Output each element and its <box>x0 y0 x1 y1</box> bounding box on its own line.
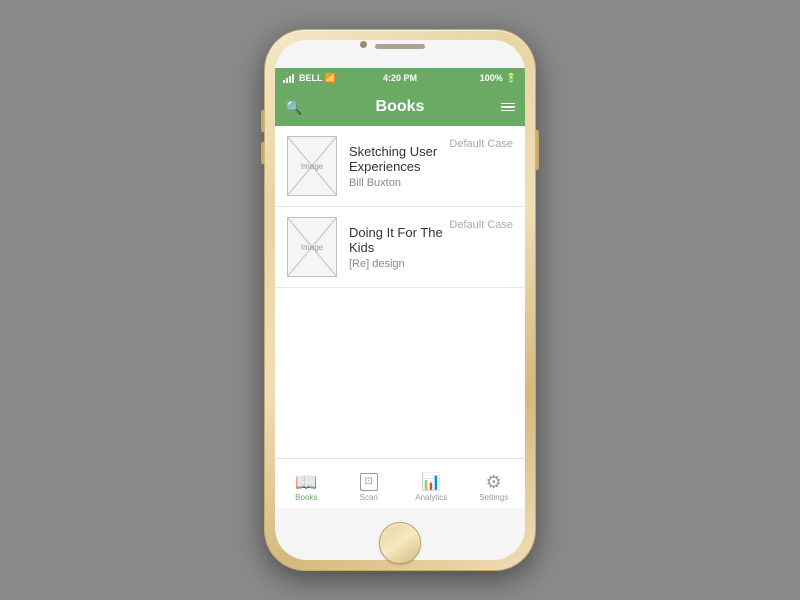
battery-label: 100% <box>480 73 503 83</box>
analytics-tab-label: Analytics <box>415 493 447 502</box>
status-bar: BELL 📶 4:20 PM 100% 🔋 <box>275 68 525 88</box>
book-title-1: Sketching User Experiences <box>349 144 449 174</box>
scan-tab-label: Scan <box>360 493 378 502</box>
book-info-1: Sketching User Experiences Bill Buxton <box>349 144 449 189</box>
search-icon[interactable]: 🔍 <box>285 99 302 116</box>
navigation-bar: 🔍 Books <box>275 88 525 126</box>
book-cover-image-2: Image <box>287 217 337 277</box>
books-tab-label: Books <box>295 493 317 502</box>
settings-tab-icon: ⚙ <box>486 473 502 491</box>
list-item[interactable]: Image Sketching User Experiences Bill Bu… <box>275 126 525 207</box>
home-button[interactable] <box>379 522 421 564</box>
nav-title: Books <box>376 98 425 116</box>
book-subtitle-2: [Re] design <box>349 258 449 270</box>
phone-device: BELL 📶 4:20 PM 100% 🔋 🔍 Books <box>265 30 535 570</box>
book-case-1: Default Case <box>449 138 513 150</box>
menu-line-3 <box>501 110 515 112</box>
menu-line-1 <box>501 103 515 105</box>
book-info-2: Doing It For The Kids [Re] design <box>349 225 449 270</box>
menu-button[interactable] <box>501 103 515 112</box>
front-camera <box>360 41 367 48</box>
book-case-2: Default Case <box>449 219 513 231</box>
signal-bars <box>283 73 294 83</box>
time-display: 4:20 PM <box>383 73 417 83</box>
book-title-2: Doing It For The Kids <box>349 225 449 255</box>
battery-area: 100% 🔋 <box>480 73 517 84</box>
book-list: Image Sketching User Experiences Bill Bu… <box>275 126 525 458</box>
tab-scan[interactable]: ⊡ Scan <box>338 473 401 502</box>
status-left: BELL 📶 <box>283 73 336 84</box>
bar3 <box>289 76 291 83</box>
book-subtitle-1: Bill Buxton <box>349 177 449 189</box>
settings-tab-label: Settings <box>479 493 508 502</box>
wifi-icon: 📶 <box>325 73 336 84</box>
tab-books[interactable]: 📖 Books <box>275 473 338 502</box>
analytics-tab-icon: 📊 <box>421 475 441 491</box>
battery-icon: 🔋 <box>506 73 517 84</box>
image-label-1: Image <box>301 162 323 171</box>
power-button[interactable] <box>535 130 539 170</box>
bar4 <box>292 74 294 83</box>
bar2 <box>286 78 288 83</box>
book-cover-image-1: Image <box>287 136 337 196</box>
tab-bar: 📖 Books ⊡ Scan 📊 Analytics ⚙ Settings <box>275 458 525 508</box>
bar1 <box>283 80 285 83</box>
carrier-label: BELL <box>299 73 323 83</box>
list-item[interactable]: Image Doing It For The Kids [Re] design … <box>275 207 525 288</box>
volume-down-button[interactable] <box>261 142 265 164</box>
phone-screen: BELL 📶 4:20 PM 100% 🔋 🔍 Books <box>275 40 525 560</box>
speaker-slot <box>375 44 425 49</box>
menu-line-2 <box>501 106 515 108</box>
tab-settings[interactable]: ⚙ Settings <box>463 473 526 502</box>
app-screen: BELL 📶 4:20 PM 100% 🔋 🔍 Books <box>275 68 525 508</box>
volume-up-button[interactable] <box>261 110 265 132</box>
tab-analytics[interactable]: 📊 Analytics <box>400 475 463 502</box>
scan-tab-icon: ⊡ <box>360 473 378 491</box>
image-label-2: Image <box>301 243 323 252</box>
books-tab-icon: 📖 <box>295 473 317 491</box>
